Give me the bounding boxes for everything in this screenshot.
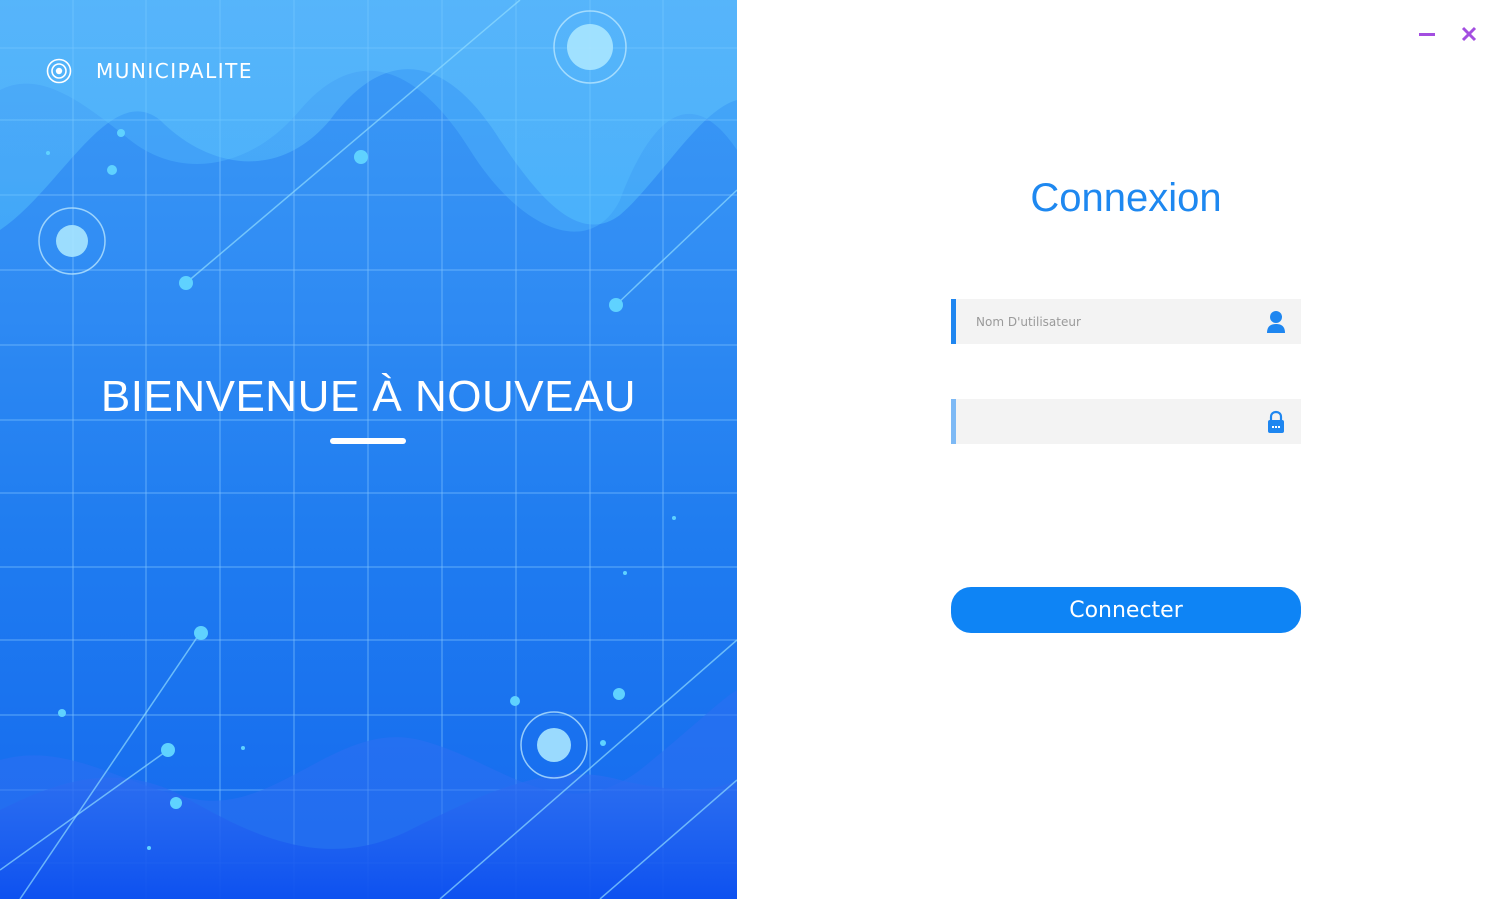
brand-name: MUNICIPALITE: [96, 59, 253, 83]
password-field[interactable]: [951, 399, 1301, 444]
username-field[interactable]: [951, 299, 1301, 344]
login-window: MUNICIPALITE BIENVENUE À NOUVEAU Connexi…: [0, 0, 1500, 899]
target-logo-icon: [46, 58, 72, 84]
welcome-underline: [330, 438, 406, 444]
welcome-panel: MUNICIPALITE BIENVENUE À NOUVEAU: [0, 0, 737, 899]
minimize-button[interactable]: [1415, 22, 1439, 46]
decorative-background: [0, 0, 737, 899]
username-input[interactable]: [976, 299, 1256, 344]
login-title: Connexion: [1030, 176, 1222, 220]
password-input[interactable]: [976, 399, 1256, 444]
minimize-icon: [1419, 33, 1435, 36]
connect-button[interactable]: Connecter: [951, 587, 1301, 633]
close-button[interactable]: [1457, 22, 1481, 46]
lock-icon: [1265, 410, 1287, 434]
close-icon: [1461, 26, 1477, 42]
brand: MUNICIPALITE: [46, 58, 253, 84]
welcome-heading: BIENVENUE À NOUVEAU: [100, 372, 637, 421]
user-icon: [1265, 310, 1287, 334]
